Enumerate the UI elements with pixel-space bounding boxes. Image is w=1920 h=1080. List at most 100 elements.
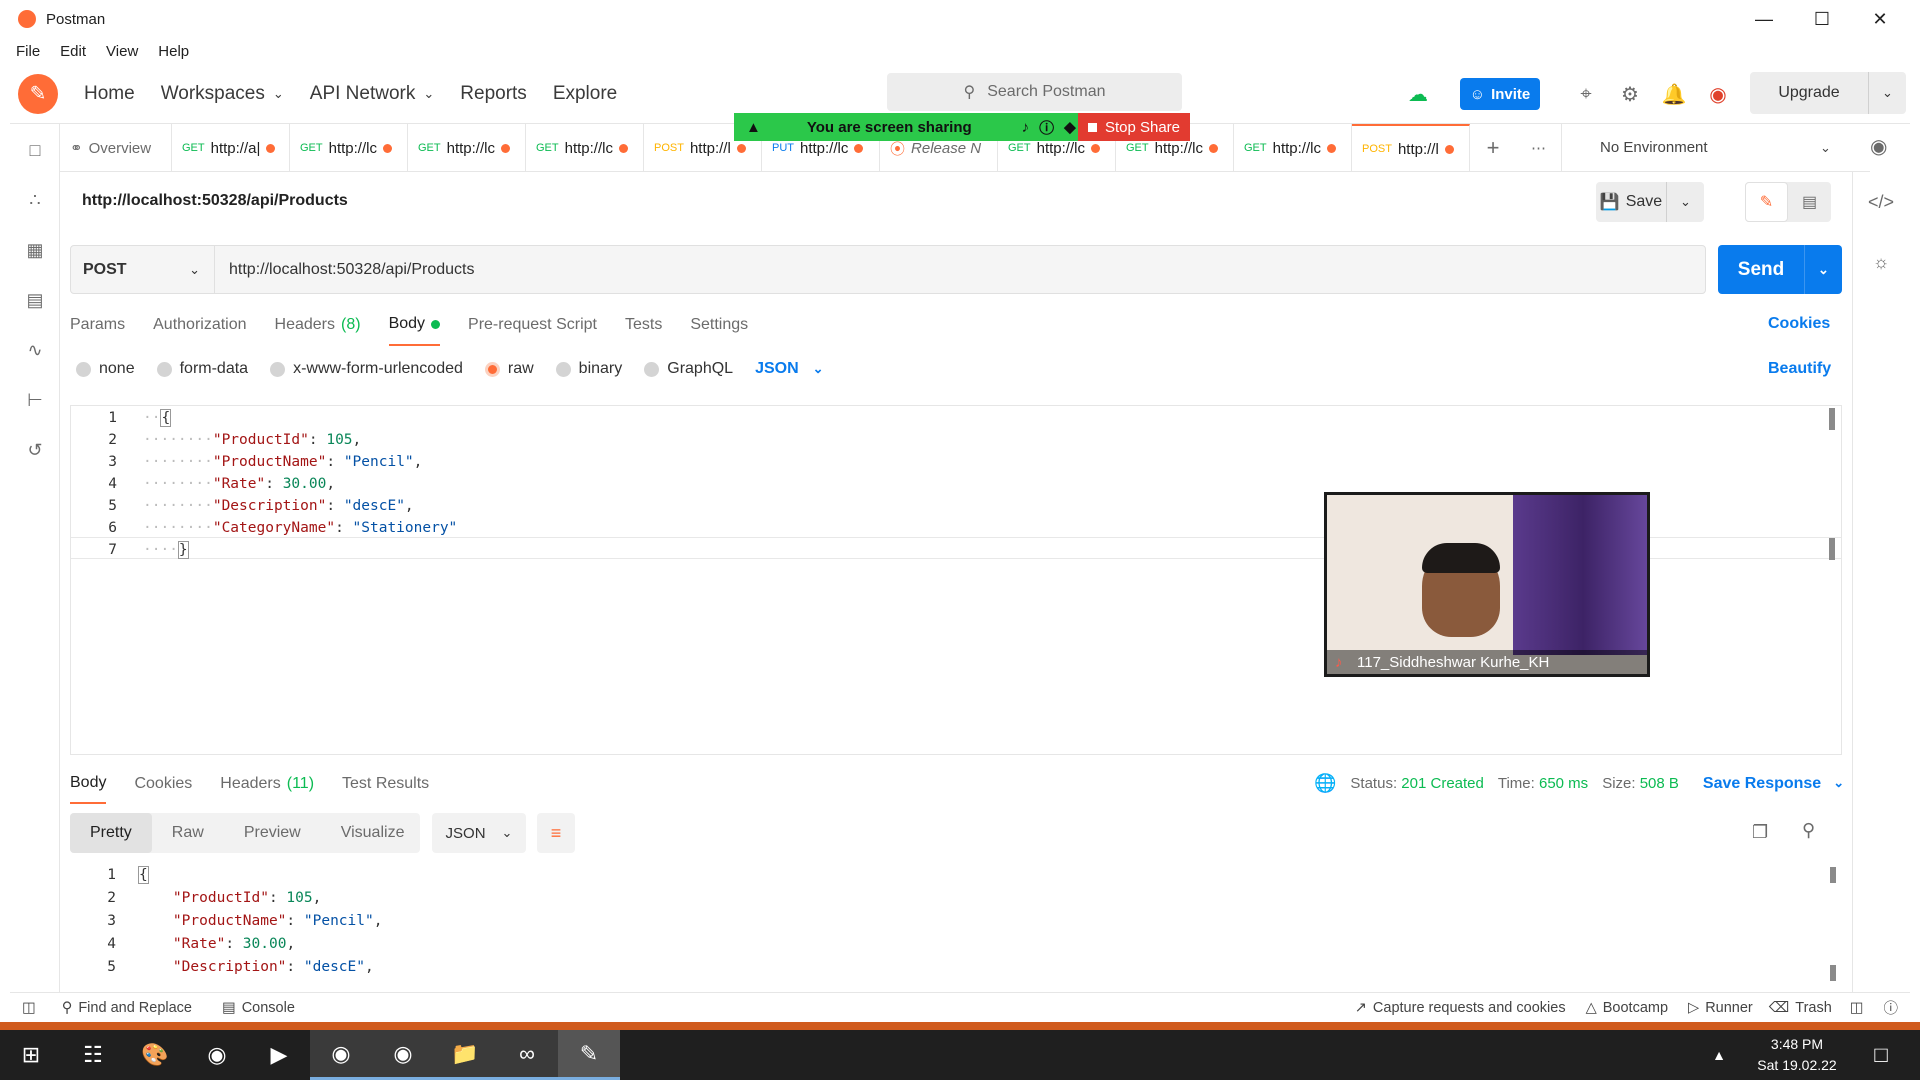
- bell-icon[interactable]: 🔔: [1658, 78, 1690, 110]
- tab-request[interactable]: GET http://a|: [172, 124, 290, 172]
- mock-servers-icon[interactable]: ▤: [21, 286, 49, 314]
- response-tab-body[interactable]: Body: [70, 770, 107, 804]
- scrollbar-thumb[interactable]: [1830, 867, 1836, 883]
- upgrade-button[interactable]: Upgrade ⌄: [1750, 72, 1906, 114]
- send-button[interactable]: Send ⌄: [1718, 245, 1842, 294]
- nav-reports[interactable]: Reports: [460, 83, 527, 105]
- wrap-lines-icon[interactable]: ≡: [537, 813, 575, 853]
- menu-file[interactable]: File: [16, 43, 40, 60]
- bootcamp-button[interactable]: △ Bootcamp: [1586, 1000, 1668, 1016]
- tab-headers[interactable]: Headers (8): [275, 310, 361, 346]
- media-app-icon[interactable]: ▶: [248, 1030, 310, 1080]
- toggle-sidebar-icon[interactable]: ◫: [22, 1000, 36, 1016]
- beautify-link[interactable]: Beautify: [1768, 360, 1831, 378]
- paint-app-icon[interactable]: 🎨: [124, 1030, 186, 1080]
- maximize-button[interactable]: ☐: [1793, 0, 1851, 38]
- windows-start-icon[interactable]: ⊞: [0, 1030, 62, 1080]
- tab-request-active[interactable]: POST http://l: [1352, 124, 1470, 172]
- file-explorer-icon[interactable]: 📁: [434, 1030, 496, 1080]
- tab-tests[interactable]: Tests: [625, 310, 662, 346]
- tab-settings[interactable]: Settings: [690, 310, 748, 346]
- chrome-icon[interactable]: ◉: [186, 1030, 248, 1080]
- avatar[interactable]: ◉: [1702, 78, 1734, 110]
- visual-studio-icon[interactable]: ∞: [496, 1030, 558, 1080]
- save-response-button[interactable]: Save Response ⌄: [1703, 775, 1844, 793]
- search-icon[interactable]: ⚲: [1802, 820, 1815, 841]
- nav-home[interactable]: Home: [84, 83, 135, 105]
- menu-view[interactable]: View: [106, 43, 138, 60]
- tab-request[interactable]: GET http://lc: [408, 124, 526, 172]
- tab-request[interactable]: GET http://lc: [1234, 124, 1352, 172]
- chevron-down-icon[interactable]: ⌄: [1666, 182, 1704, 222]
- request-title[interactable]: http://localhost:50328/api/Products: [82, 192, 348, 210]
- apis-icon[interactable]: ∴: [21, 186, 49, 214]
- body-type-none[interactable]: none: [76, 360, 135, 378]
- response-body-viewer[interactable]: 1 2 3 4 5 { "ProductId": 105, "ProductNa…: [70, 865, 1842, 987]
- two-pane-icon[interactable]: ◫: [1850, 1000, 1864, 1016]
- taskbar-clock[interactable]: 3:48 PM Sat 19.02.22: [1752, 1034, 1842, 1076]
- body-format-select[interactable]: JSON ⌄: [755, 360, 823, 378]
- view-visualize[interactable]: Visualize: [321, 813, 425, 853]
- response-tab-cookies[interactable]: Cookies: [134, 770, 192, 804]
- tab-request[interactable]: GET http://lc: [290, 124, 408, 172]
- postman-taskbar-icon[interactable]: ✎: [558, 1030, 620, 1080]
- postman-logo-icon[interactable]: ✎: [18, 73, 58, 114]
- url-input[interactable]: http://localhost:50328/api/Products: [215, 261, 475, 279]
- gear-icon[interactable]: ⚙: [1614, 78, 1646, 110]
- view-preview[interactable]: Preview: [224, 813, 321, 853]
- tab-prerequest-script[interactable]: Pre-request Script: [468, 310, 597, 346]
- environments-icon[interactable]: ▦: [21, 236, 49, 264]
- collections-icon[interactable]: □: [21, 136, 49, 164]
- body-type-form-data[interactable]: form-data: [156, 360, 248, 378]
- chevron-down-icon[interactable]: ⌄: [1804, 245, 1842, 294]
- task-view-icon[interactable]: ☷: [62, 1030, 124, 1080]
- find-replace-button[interactable]: ⚲ Find and Replace: [62, 1000, 192, 1016]
- body-type-graphql[interactable]: GraphQL: [644, 360, 733, 378]
- menu-help[interactable]: Help: [158, 43, 189, 60]
- console-button[interactable]: ▤ Console: [222, 1000, 295, 1016]
- scrollbar-thumb[interactable]: [1830, 965, 1836, 981]
- response-tab-test-results[interactable]: Test Results: [342, 770, 429, 804]
- method-select[interactable]: POST ⌄: [71, 246, 215, 293]
- globe-icon[interactable]: 🌐: [1314, 773, 1336, 794]
- scrollbar-thumb[interactable]: [1829, 408, 1835, 430]
- webcam-video-tile[interactable]: ♪ 117_Siddheshwar Kurhe_KH: [1324, 492, 1650, 677]
- help-icon[interactable]: ⓘ: [1884, 997, 1899, 1018]
- pin-icon[interactable]: ▲: [746, 119, 761, 136]
- tab-params[interactable]: Params: [70, 310, 125, 346]
- save-button[interactable]: 💾 Save ⌄: [1596, 182, 1704, 222]
- sync-cloud-icon[interactable]: ☁: [1402, 78, 1434, 110]
- minimize-button[interactable]: —: [1735, 0, 1793, 38]
- shield-icon[interactable]: ◆: [1064, 118, 1076, 136]
- eye-icon[interactable]: ◉: [1870, 134, 1887, 159]
- environment-selector[interactable]: No Environment ⌄: [1570, 124, 1870, 172]
- tab-request[interactable]: GET http://lc: [526, 124, 644, 172]
- menu-edit[interactable]: Edit: [60, 43, 86, 60]
- monitors-icon[interactable]: ∿: [21, 336, 49, 364]
- chevron-down-icon[interactable]: ⌄: [1868, 72, 1906, 114]
- flows-icon[interactable]: ⊢: [21, 386, 49, 414]
- info-icon[interactable]: ⓘ: [1039, 117, 1054, 138]
- body-type-urlencoded[interactable]: x-www-form-urlencoded: [270, 360, 463, 378]
- tab-overview[interactable]: ⚭ Overview: [60, 124, 172, 172]
- more-tabs-icon[interactable]: ⋯: [1516, 124, 1562, 172]
- tab-authorization[interactable]: Authorization: [153, 310, 246, 346]
- stop-share-button[interactable]: Stop Share: [1078, 113, 1190, 141]
- notifications-icon[interactable]: □: [1850, 1030, 1912, 1080]
- scrollbar-thumb[interactable]: [1829, 538, 1835, 560]
- search-input[interactable]: ⚲ Search Postman: [887, 73, 1182, 111]
- pencil-icon[interactable]: ✎: [1745, 182, 1788, 222]
- zoom-icon[interactable]: ◉: [372, 1030, 434, 1080]
- close-button[interactable]: ✕: [1851, 0, 1909, 38]
- invite-button[interactable]: ☺ Invite: [1460, 78, 1540, 110]
- view-raw[interactable]: Raw: [152, 813, 224, 853]
- runner-button[interactable]: ▷ Runner: [1688, 1000, 1753, 1016]
- mute-icon[interactable]: ♪: [1022, 119, 1030, 136]
- new-tab-plus-icon[interactable]: +: [1470, 124, 1516, 172]
- tray-expand-icon[interactable]: ▲: [1704, 1030, 1734, 1080]
- cookies-link[interactable]: Cookies: [1768, 315, 1830, 333]
- response-format-select[interactable]: JSON ⌄: [432, 813, 526, 853]
- tab-body[interactable]: Body: [388, 310, 441, 346]
- view-pretty[interactable]: Pretty: [70, 813, 152, 853]
- satellite-icon[interactable]: ⌖: [1570, 78, 1602, 110]
